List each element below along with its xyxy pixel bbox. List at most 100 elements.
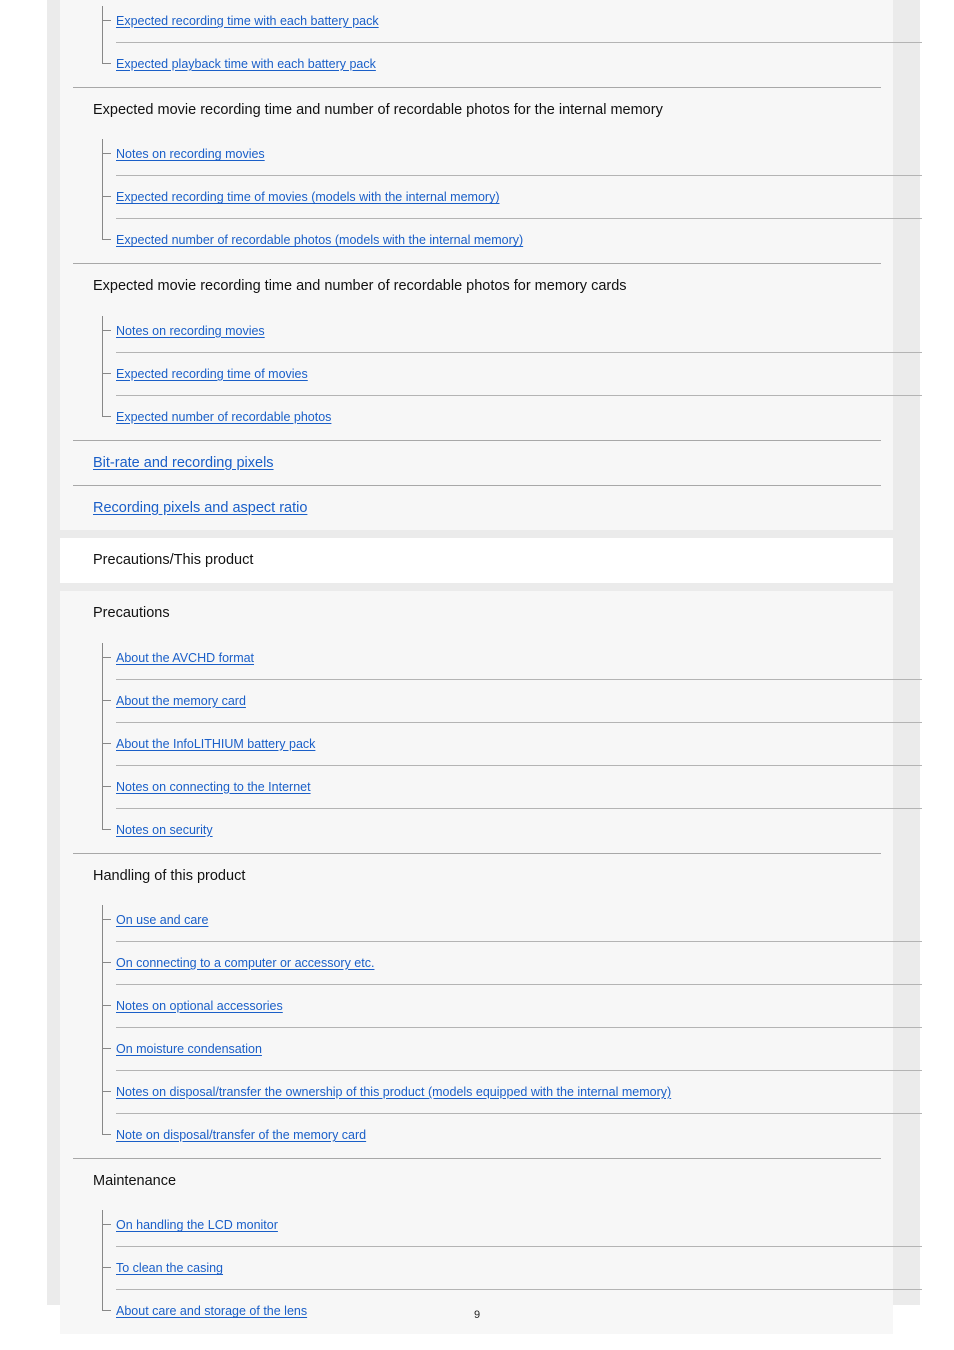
toc-link[interactable]: Notes on security xyxy=(116,823,213,837)
toc-tree-item: Note on disposal/transfer of the memory … xyxy=(102,1114,893,1156)
toc-link[interactable]: To clean the casing xyxy=(116,1261,223,1275)
toc-tree-item: On moisture condensation xyxy=(102,1028,922,1071)
toc-link[interactable]: On use and care xyxy=(116,913,208,927)
toc-tree: Expected recording time with each batter… xyxy=(60,0,922,87)
toc-block: Expected recording time with each batter… xyxy=(60,0,922,87)
toc-link-row: On connecting to a computer or accessory… xyxy=(102,942,893,984)
tree-branch-tick xyxy=(102,329,111,331)
toc-link[interactable]: Expected recording time of movies (model… xyxy=(116,190,499,204)
toc-link[interactable]: Notes on disposal/transfer the ownership… xyxy=(116,1085,671,1099)
toc-link-row: On handling the LCD monitor xyxy=(102,1204,893,1246)
toc-link-row: Notes on connecting to the Internet xyxy=(102,766,893,808)
tree-branch-tick xyxy=(102,656,111,658)
toc-link[interactable]: About the InfoLITHIUM battery pack xyxy=(116,737,315,751)
block-gap xyxy=(60,529,893,538)
toc-link[interactable]: Expected recording time of movies xyxy=(116,367,308,381)
toc-tree-item: To clean the casing xyxy=(102,1247,922,1291)
toc-tree-item: Notes on recording movies xyxy=(102,310,922,353)
toc-link-row: Expected recording time of movies xyxy=(102,353,893,395)
toc-block: Expected movie recording time and number… xyxy=(60,264,922,440)
toc-group-heading: Precautions xyxy=(93,605,170,622)
toc-block: Recording pixels and aspect ratio xyxy=(60,485,893,530)
tree-branch-tick xyxy=(102,828,111,830)
tree-branch-tick xyxy=(102,1090,111,1092)
toc-tree-item: Notes on optional accessories xyxy=(102,985,922,1028)
toc-tree: Notes on recording movies Expected record… xyxy=(60,133,922,263)
toc-link[interactable]: Expected number of recordable photos xyxy=(116,410,331,424)
toc-link[interactable]: Bit-rate and recording pixels xyxy=(93,455,274,471)
toc-link[interactable]: Note on disposal/transfer of the memory … xyxy=(116,1128,366,1142)
toc-link-row: Notes on optional accessories xyxy=(102,985,893,1027)
toc-link[interactable]: About the AVCHD format xyxy=(116,651,254,665)
toc-link[interactable]: On moisture condensation xyxy=(116,1042,262,1056)
toc-link-row: About the AVCHD format xyxy=(102,637,893,679)
toc-block: Precautions About the AVCHD format About t… xyxy=(60,591,922,853)
toc-tree-item: On use and care xyxy=(102,899,922,942)
toc-link-row: Notes on security xyxy=(102,809,893,851)
tree-branch-tick xyxy=(102,1133,111,1135)
tree-branch-tick xyxy=(102,196,111,198)
toc-tree-item: Notes on recording movies xyxy=(102,133,922,177)
table-of-contents: Expected recording time with each batter… xyxy=(60,0,922,1335)
toc-link-row: Expected number of recordable photos xyxy=(102,396,893,438)
toc-tree-item: Expected recording time of movies (model… xyxy=(102,176,922,220)
tree-branch-tick xyxy=(102,785,111,787)
toc-tree-item: Expected number of recordable photos xyxy=(102,396,893,438)
toc-link-row: Note on disposal/transfer of the memory … xyxy=(102,1114,893,1156)
section-title: Precautions/This product xyxy=(93,551,254,568)
toc-tree-item: About the memory card xyxy=(102,680,922,723)
toc-link-row: On moisture condensation xyxy=(102,1028,893,1070)
toc-tree-item: About the AVCHD format xyxy=(102,637,922,680)
toc-link-row: Expected recording time with each batter… xyxy=(102,0,893,42)
toc-block: Handling of this product On use and care O… xyxy=(60,853,922,1158)
toc-link[interactable]: On handling the LCD monitor xyxy=(116,1218,278,1232)
toc-tree-item: On handling the LCD monitor xyxy=(102,1204,922,1248)
block-gap xyxy=(60,583,893,592)
toc-link-row: To clean the casing xyxy=(102,1247,893,1289)
document-page: Expected recording time with each batter… xyxy=(0,0,954,1350)
page-number: 9 xyxy=(473,1309,481,1321)
tree-branch-tick xyxy=(102,918,111,920)
toc-block: Bit-rate and recording pixels xyxy=(60,440,893,485)
toc-tree-item: Expected recording time with each batter… xyxy=(102,0,922,43)
toc-tree-item: Notes on security xyxy=(102,809,893,851)
toc-section-header: Precautions/This product xyxy=(60,537,893,584)
tree-branch-tick xyxy=(102,63,111,64)
toc-link-row: About the InfoLITHIUM battery pack xyxy=(102,723,893,765)
toc-tree-item: Notes on disposal/transfer the ownership… xyxy=(102,1071,922,1114)
toc-link[interactable]: About the memory card xyxy=(116,694,246,708)
toc-tree-item: Expected playback time with each battery… xyxy=(102,43,893,85)
tree-branch-tick xyxy=(102,239,111,241)
toc-toplevel-link-row: Bit-rate and recording pixels xyxy=(60,441,893,485)
toc-link-row: Expected recording time of movies (model… xyxy=(102,176,893,218)
toc-tree: Notes on recording movies Expected record… xyxy=(60,310,922,440)
toc-link-row: Notes on disposal/transfer the ownership… xyxy=(102,1071,893,1113)
toc-tree: On use and care On connecting to a comput… xyxy=(60,899,922,1158)
toc-link[interactable]: On connecting to a computer or accessory… xyxy=(116,956,374,970)
toc-tree-item: On connecting to a computer or accessory… xyxy=(102,942,922,985)
toc-link[interactable]: Expected number of recordable photos (mo… xyxy=(116,233,523,247)
toc-tree-item: Expected number of recordable photos (mo… xyxy=(102,219,893,261)
toc-link[interactable]: Expected playback time with each battery… xyxy=(116,57,376,71)
tree-branch-tick xyxy=(102,1047,111,1049)
toc-tree-item: About the InfoLITHIUM battery pack xyxy=(102,723,922,766)
toc-link[interactable]: Recording pixels and aspect ratio xyxy=(93,500,307,516)
toc-link[interactable]: Notes on recording movies xyxy=(116,147,265,161)
toc-block: Expected movie recording time and number… xyxy=(60,88,922,264)
tree-branch-tick xyxy=(102,1267,111,1269)
toc-link-row: About the memory card xyxy=(102,680,893,722)
toc-link[interactable]: Expected recording time with each batter… xyxy=(116,14,379,28)
toc-link[interactable]: Notes on connecting to the Internet xyxy=(116,780,311,794)
toc-group-heading: Expected movie recording time and number… xyxy=(93,102,663,118)
tree-branch-tick xyxy=(102,1004,111,1006)
toc-group-heading: Expected movie recording time and number… xyxy=(93,278,627,295)
toc-tree-item: Expected recording time of movies xyxy=(102,353,922,396)
tree-branch-tick xyxy=(102,1224,111,1226)
toc-link[interactable]: Notes on optional accessories xyxy=(116,999,283,1013)
toc-link-row: Notes on recording movies xyxy=(102,133,893,175)
toc-link-row: Expected playback time with each battery… xyxy=(102,43,893,85)
toc-link[interactable]: Notes on recording movies xyxy=(116,324,265,338)
tree-branch-tick xyxy=(102,153,111,155)
toc-link-row: On use and care xyxy=(102,899,893,941)
toc-tree: About the AVCHD format About the memory c… xyxy=(60,637,922,853)
